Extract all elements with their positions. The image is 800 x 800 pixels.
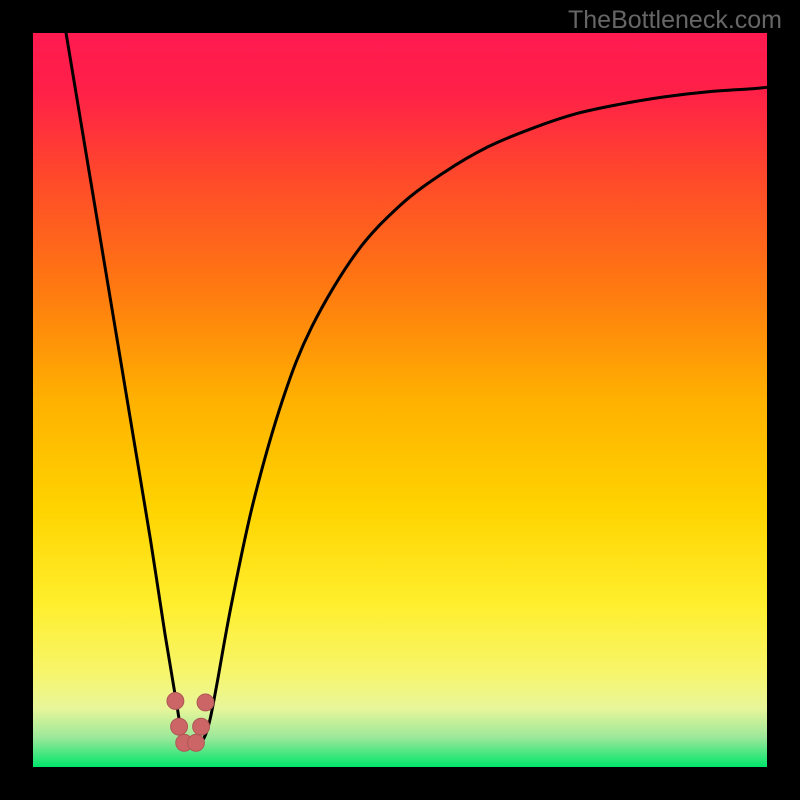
chart-plot-area xyxy=(33,33,767,767)
chart-frame: TheBottleneck.com xyxy=(0,0,800,800)
attribution-text: TheBottleneck.com xyxy=(568,6,782,35)
curve-marker xyxy=(188,734,205,751)
curve-marker xyxy=(197,694,214,711)
curve-marker xyxy=(167,693,184,710)
curve-marker xyxy=(171,718,188,735)
chart-svg xyxy=(33,33,767,767)
chart-background xyxy=(33,33,767,767)
curve-marker xyxy=(193,718,210,735)
